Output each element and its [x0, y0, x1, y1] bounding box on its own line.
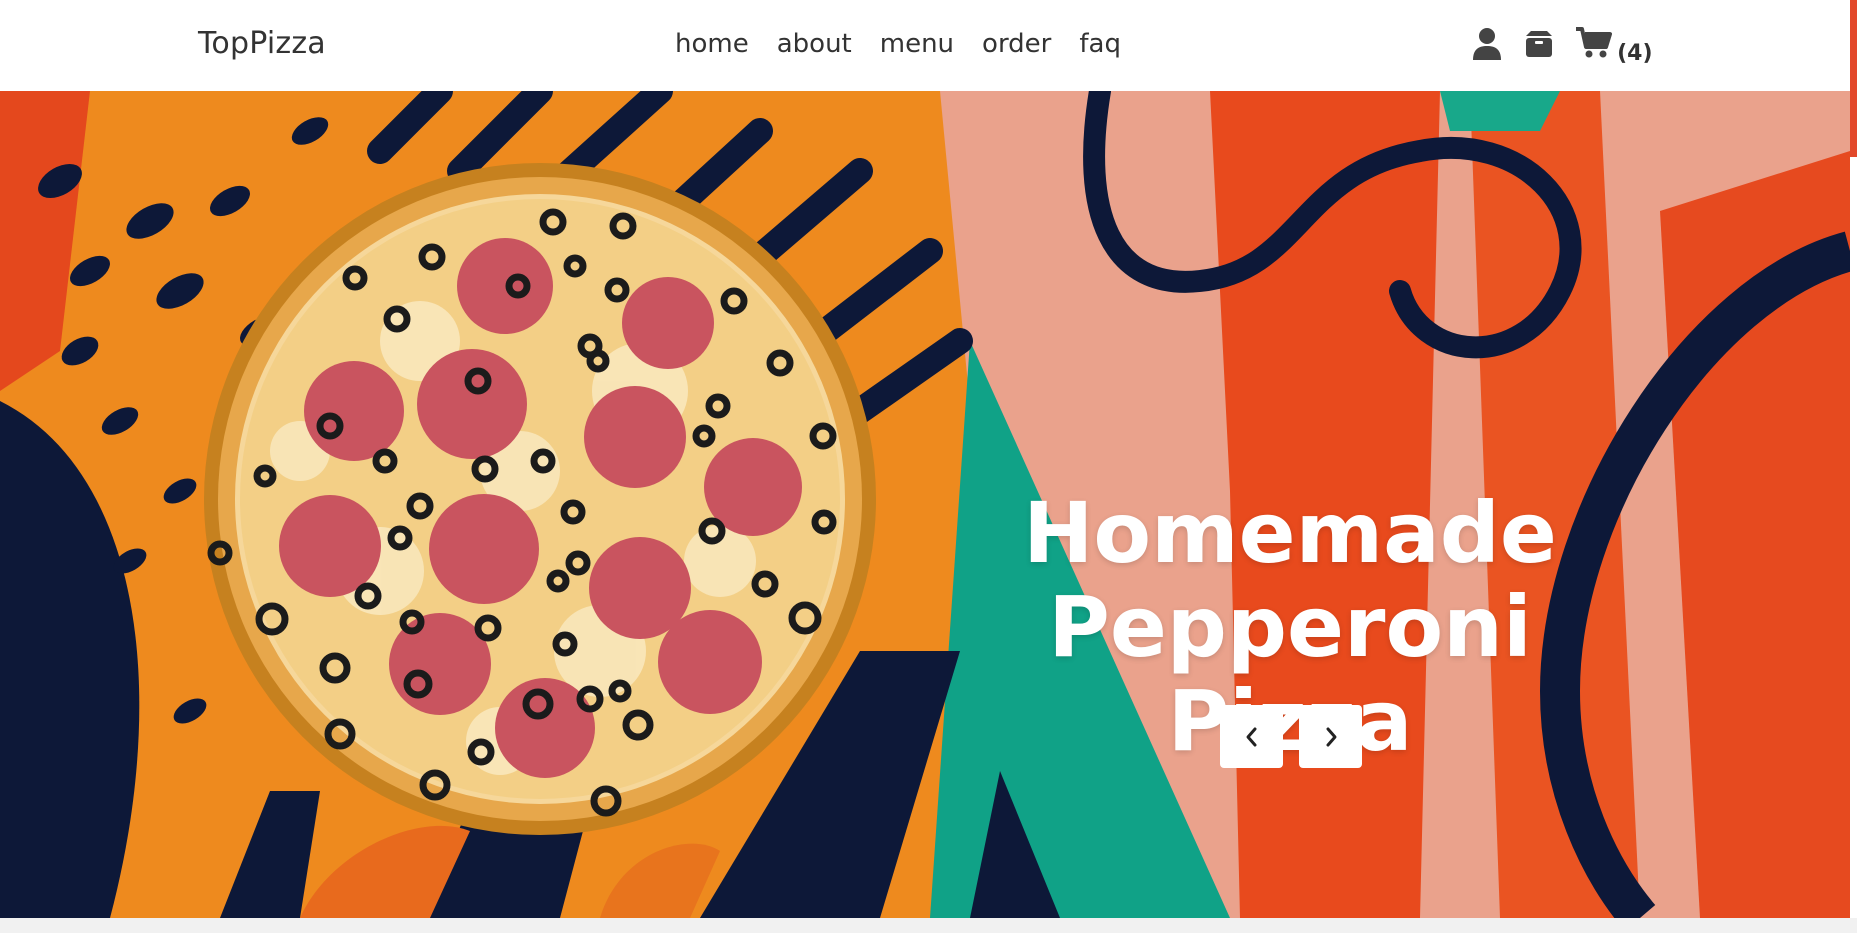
header-icons: (4) — [1472, 26, 1653, 66]
slider-prev-button[interactable] — [1220, 705, 1283, 768]
nav-about[interactable]: about — [777, 29, 852, 59]
main-nav: home about menu order faq — [675, 29, 1149, 59]
cart-button[interactable]: (4) — [1576, 26, 1653, 66]
chevron-left-icon — [1246, 727, 1256, 746]
pizza-image — [204, 163, 876, 835]
user-icon[interactable] — [1472, 27, 1502, 65]
cart-count-badge: (4) — [1617, 41, 1653, 66]
nav-order[interactable]: order — [982, 29, 1051, 59]
hero-banner: Homemade Pepperoni Pizza — [0, 91, 1850, 918]
slider-next-button[interactable] — [1299, 705, 1362, 768]
nav-menu[interactable]: menu — [880, 29, 954, 59]
hero-title-line2: Pepperoni Pizza — [1048, 578, 1532, 770]
box-icon[interactable] — [1524, 29, 1554, 63]
chevron-right-icon — [1326, 727, 1336, 746]
hero-title-line1: Homemade — [1023, 484, 1557, 582]
logo[interactable]: TopPizza — [198, 26, 326, 61]
cart-icon — [1576, 27, 1612, 58]
nav-home[interactable]: home — [675, 29, 749, 59]
page-bottom-band — [0, 918, 1857, 933]
nav-faq[interactable]: faq — [1079, 29, 1121, 59]
scrollbar-thumb[interactable] — [1850, 0, 1857, 157]
site-header: TopPizza home about menu order faq (4) — [0, 0, 1850, 91]
hero-title: Homemade Pepperoni Pizza — [920, 486, 1660, 768]
scrollbar-track[interactable] — [1850, 157, 1857, 920]
